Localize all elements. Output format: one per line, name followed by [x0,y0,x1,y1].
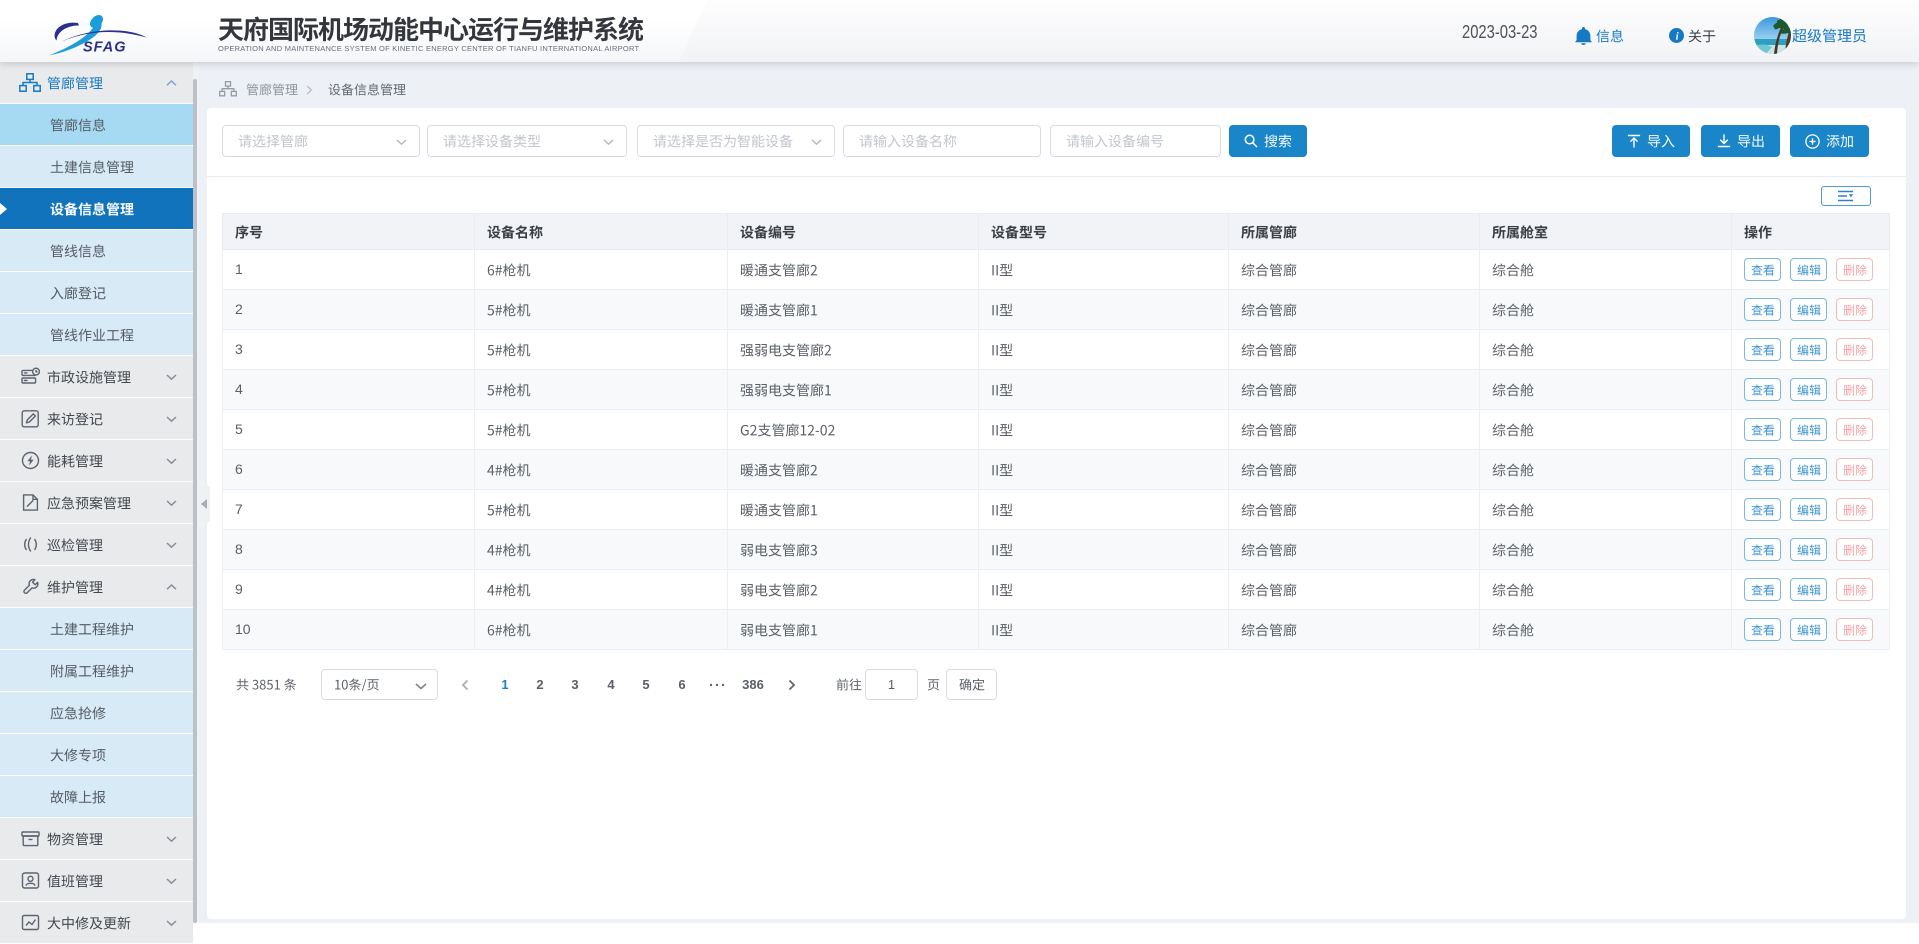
svg-text:SFAG: SFAG [83,40,126,56]
